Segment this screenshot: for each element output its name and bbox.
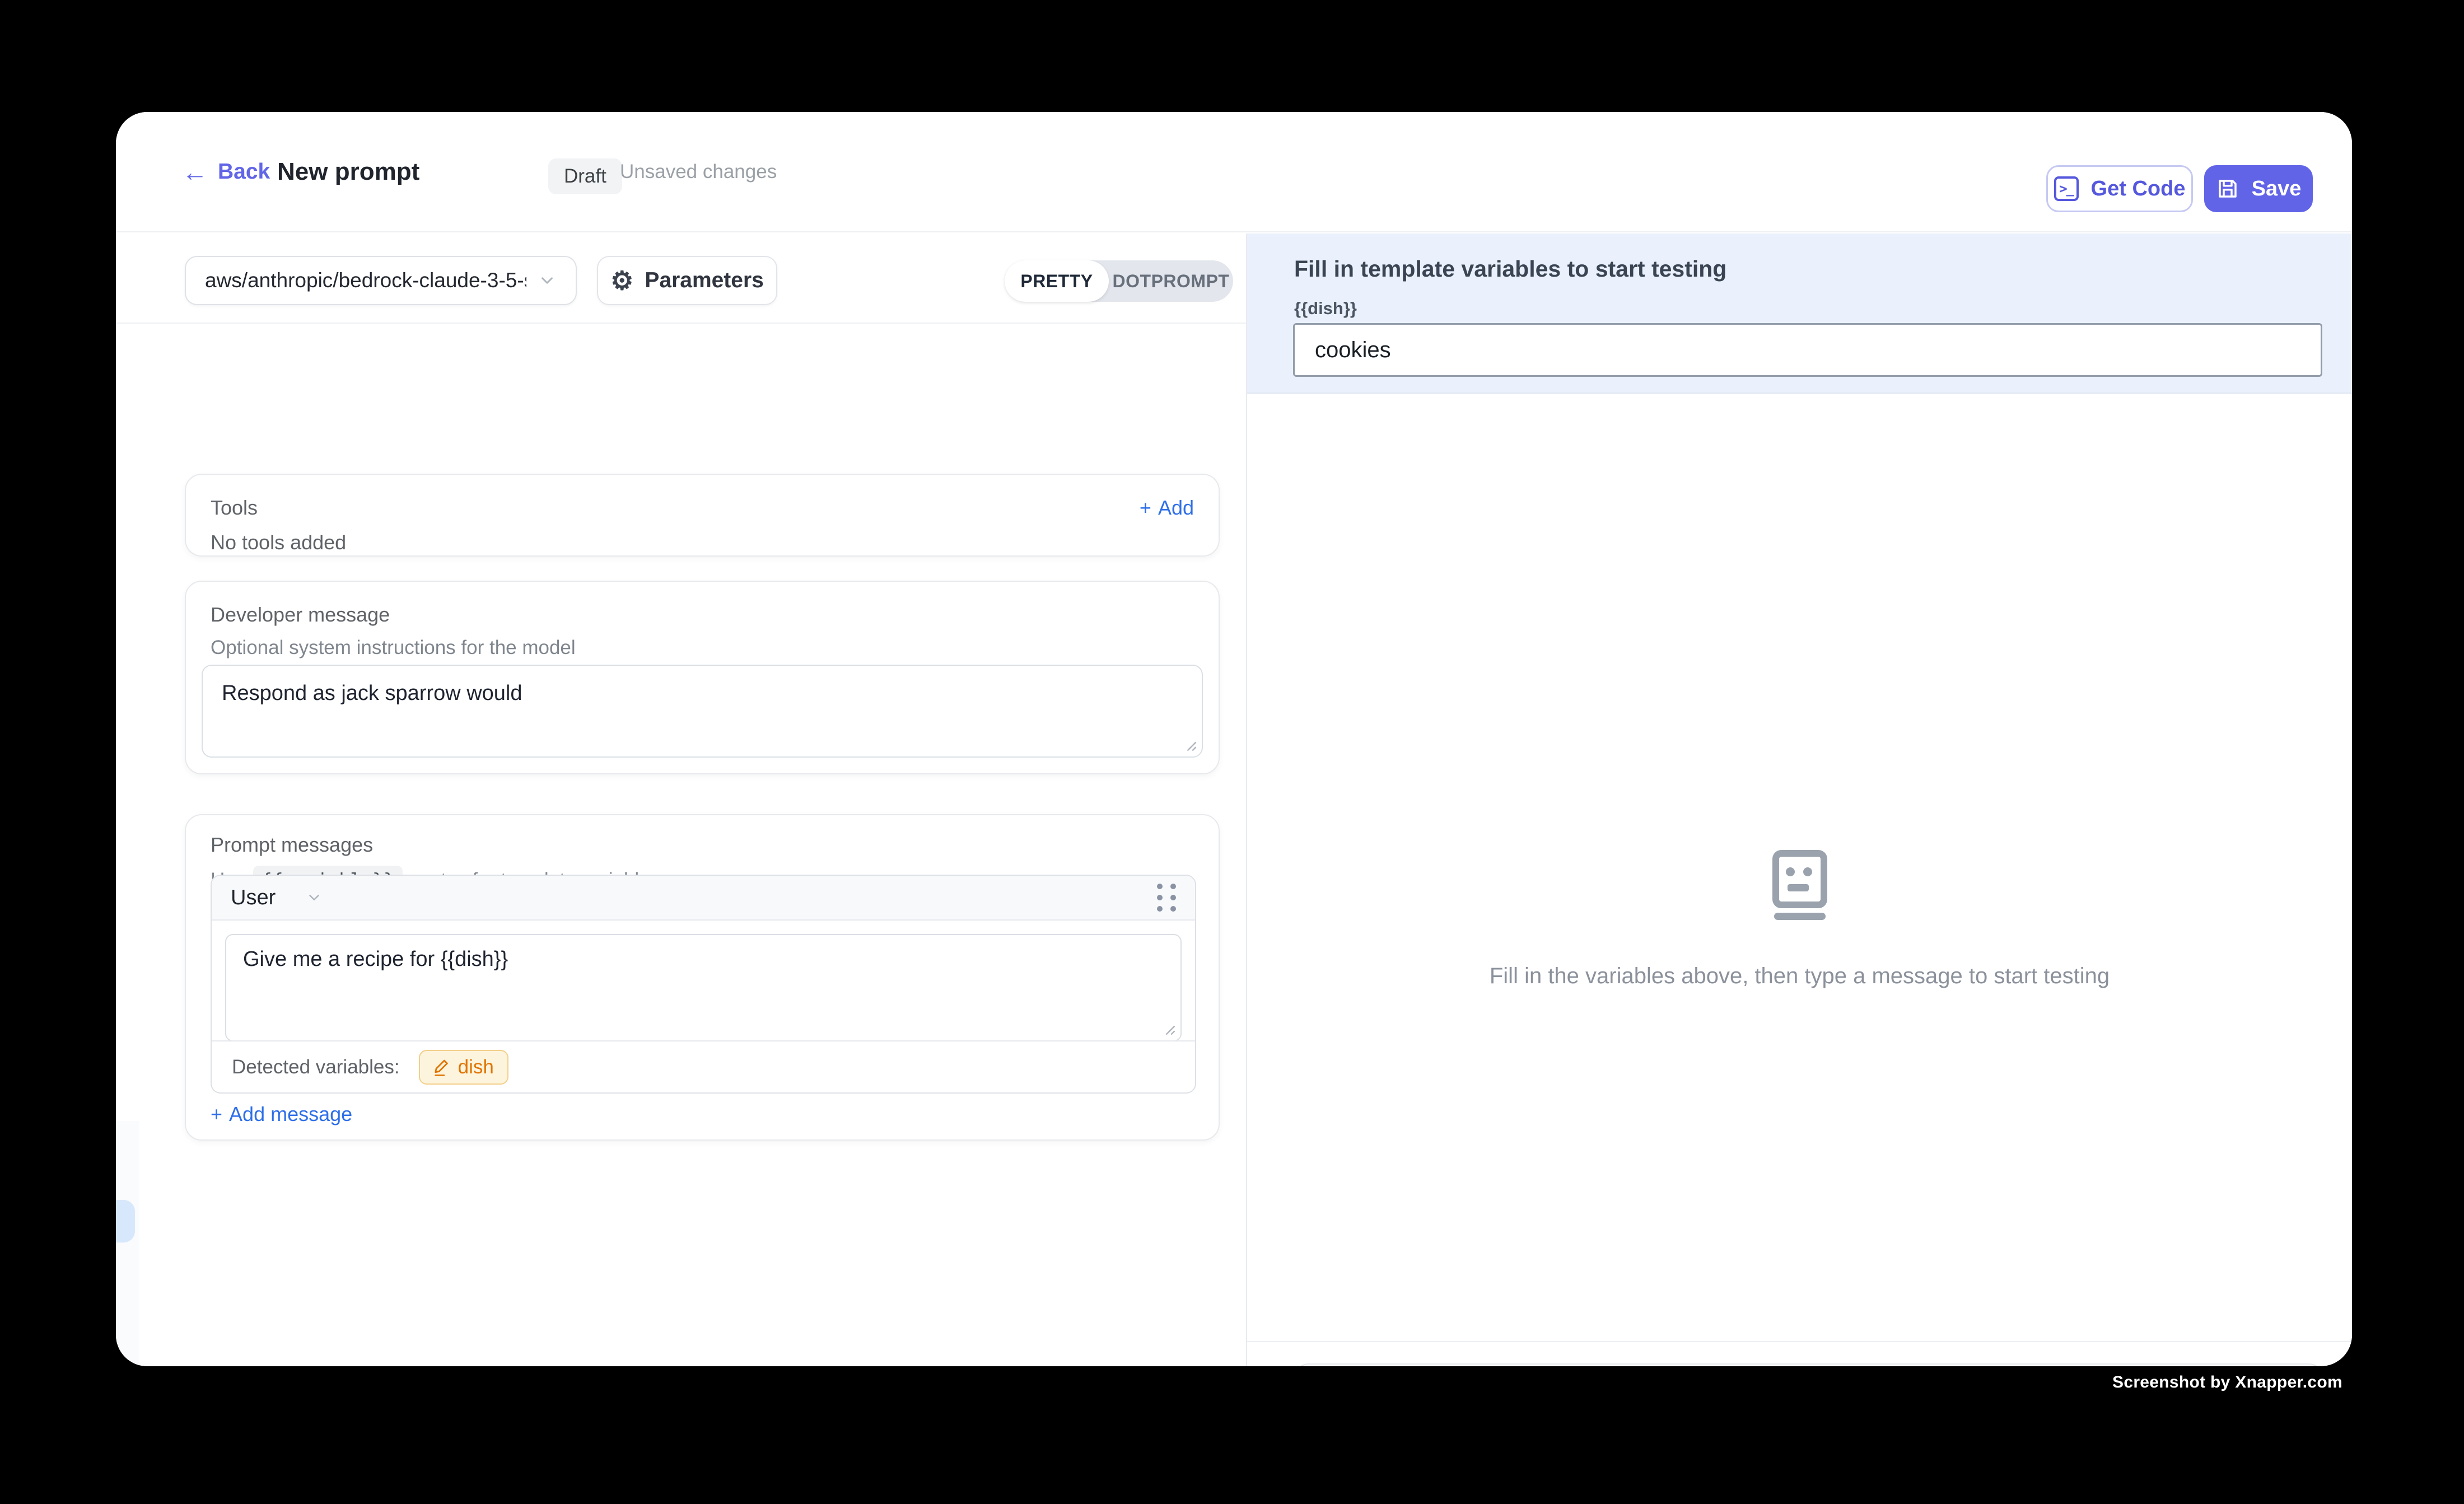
back-arrow-icon: ← [182,159,208,185]
header-actions: >_ Get Code Save [2046,165,2313,212]
detected-variables-row: Detected variables: dish [212,1040,1195,1092]
sidebar-strip [116,1121,139,1366]
message-block: User Give me a recipe for {{dish}} Detec… [211,875,1196,1094]
template-variables-title: Fill in template variables to start test… [1294,256,1726,282]
role-select[interactable]: User [231,886,323,910]
save-icon [2216,177,2239,200]
resize-grip-icon[interactable] [1180,735,1197,752]
parameters-label: Parameters [645,268,763,293]
gear-icon: ⚙ [610,268,633,293]
model-toolbar: aws/anthropic/bedrock-claude-3-5-s... ⚙ … [116,233,1246,324]
chat-divider [1247,1341,2352,1342]
variable-chip-dish[interactable]: dish [419,1050,508,1085]
plus-icon: + [1140,496,1151,520]
pencil-icon [433,1058,450,1077]
model-select-value: aws/anthropic/bedrock-claude-3-5-s... [205,269,526,292]
model-select[interactable]: aws/anthropic/bedrock-claude-3-5-s... [185,256,577,305]
variable-name-label: {{dish}} [1294,298,1357,319]
save-label: Save [2252,177,2302,201]
tools-title: Tools [211,496,258,520]
chat-empty-state: Fill in the variables above, then type a… [1247,849,2352,989]
prompt-messages-title: Prompt messages [211,833,1194,857]
status-badge: Draft [548,158,622,194]
test-panel: Fill in template variables to start test… [1246,233,2352,1366]
add-tool-button[interactable]: + Add [1140,496,1194,520]
add-tool-label: Add [1158,496,1194,520]
template-variables-section: Fill in template variables to start test… [1247,233,2352,394]
get-code-label: Get Code [2091,177,2186,201]
chevron-down-icon [538,271,557,290]
terminal-icon: >_ [2054,176,2079,201]
message-textarea[interactable]: Give me a recipe for {{dish}} [225,934,1182,1041]
get-code-button[interactable]: >_ Get Code [2046,165,2193,212]
sidebar-active-item[interactable] [116,1200,135,1243]
developer-message-title: Developer message [211,603,1194,627]
chevron-down-icon [306,889,323,906]
developer-message-textarea[interactable]: Respond as jack sparrow would [202,665,1203,758]
detected-variables-label: Detected variables: [232,1056,400,1078]
back-label: Back [218,160,270,184]
parameters-button[interactable]: ⚙ Parameters [597,256,777,305]
watermark-text: Screenshot by Xnapper.com [2112,1373,2342,1392]
unsaved-changes-label: Unsaved changes [620,112,777,231]
add-message-label: Add message [229,1103,352,1126]
back-button[interactable]: ← Back [182,112,270,231]
message-header: User [212,876,1195,921]
save-button[interactable]: Save [2204,165,2313,212]
toggle-pretty[interactable]: PRETTY [1005,260,1109,302]
plus-icon: + [211,1103,222,1126]
developer-message-card: Developer message Optional system instru… [185,581,1220,774]
variable-chip-label: dish [458,1056,494,1078]
prompt-messages-card: Prompt messages Use {{variable}} syntax … [185,814,1220,1141]
drag-handle-icon[interactable] [1157,884,1176,912]
prompt-editor-panel: aws/anthropic/bedrock-claude-3-5-s... ⚙ … [116,233,1246,1366]
add-message-button[interactable]: + Add message [211,1103,352,1126]
toggle-dotprompt[interactable]: DOTPROMPT [1109,260,1233,302]
app-window: ← Back New prompt Draft Unsaved changes … [116,112,2352,1366]
view-mode-toggle: PRETTY DOTPROMPT [1005,260,1233,302]
page-title: New prompt [277,112,419,231]
variable-value-input[interactable] [1293,323,2322,377]
header: ← Back New prompt Draft Unsaved changes … [116,112,2352,232]
role-select-value: User [231,886,276,910]
chat-input-bar [1294,1363,2323,1366]
tools-empty-text: No tools added [211,531,1194,554]
tools-card: Tools + Add No tools added [185,474,1220,557]
bot-icon [1772,849,1828,920]
empty-state-text: Fill in the variables above, then type a… [1490,964,2110,989]
resize-grip-icon[interactable] [1159,1019,1176,1036]
developer-message-subtitle: Optional system instructions for the mod… [211,637,1194,659]
